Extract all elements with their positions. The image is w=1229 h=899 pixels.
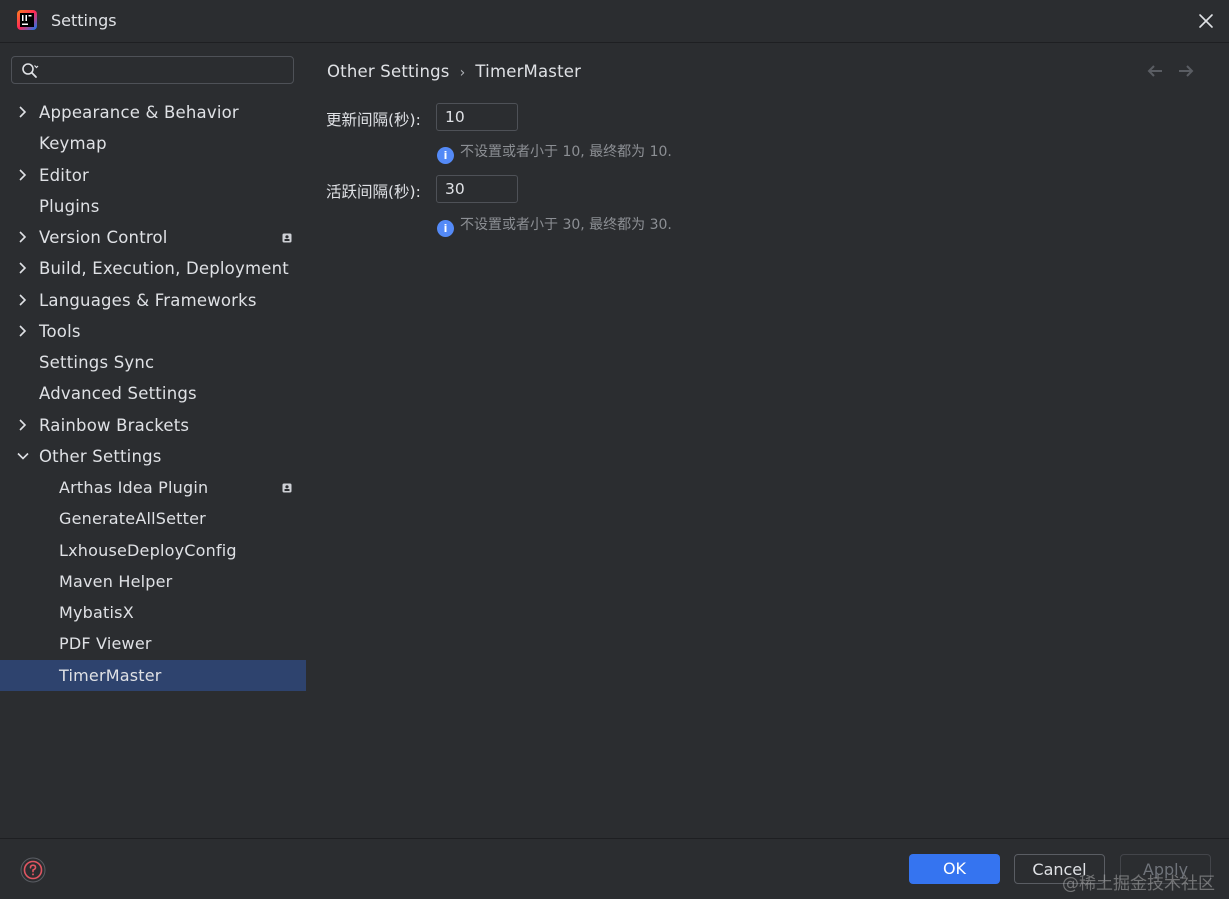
update-interval-hint-text: 不设置或者小于 10, 最终都为 10. [460,144,672,160]
sidebar-item-label: Rainbow Brackets [39,415,190,435]
chevron-down-icon[interactable] [17,441,31,472]
chevron-right-icon[interactable] [17,160,31,191]
search-input[interactable] [48,60,292,82]
active-interval-input[interactable] [436,175,518,203]
sidebar-item-build-execution-deployment[interactable]: Build, Execution, Deployment [0,253,306,284]
sidebar-item-maven-helper[interactable]: Maven Helper [0,566,306,597]
arrow-right-icon[interactable] [1177,63,1195,79]
settings-sidebar: Appearance & Behavior Keymap Editor Plug… [0,43,306,838]
chevron-right-icon[interactable] [17,316,31,347]
close-icon[interactable] [1195,10,1217,32]
sidebar-item-label: Arthas Idea Plugin [59,478,209,497]
sidebar-item-advanced-settings[interactable]: Advanced Settings [0,378,306,409]
sidebar-item-label: Version Control [39,228,168,247]
info-icon: i [437,220,454,237]
window-title: Settings [51,11,117,30]
active-interval-hint-text: 不设置或者小于 30, 最终都为 30. [460,217,672,233]
sidebar-item-pdf-viewer[interactable]: PDF Viewer [0,628,306,659]
breadcrumb-separator: › [459,65,466,81]
breadcrumb-current: TimerMaster [475,62,582,81]
project-scope-icon [282,483,292,493]
sidebar-item-tools[interactable]: Tools [0,316,306,347]
settings-search-field[interactable] [11,56,294,84]
sidebar-item-label: Settings Sync [39,353,155,372]
sidebar-item-appearance-behavior[interactable]: Appearance & Behavior [0,97,306,128]
update-interval-input[interactable] [436,103,518,131]
chevron-right-icon[interactable] [17,410,31,441]
sidebar-item-label: Other Settings [39,446,162,466]
sidebar-item-label: Advanced Settings [39,384,197,404]
info-icon: i [437,147,454,164]
watermark: @稀土掘金技术社区 [1062,874,1215,894]
search-icon [22,63,39,78]
sidebar-item-lxhousedeployconfig[interactable]: LxhouseDeployConfig [0,535,306,566]
sidebar-item-arthas-idea-plugin[interactable]: Arthas Idea Plugin [0,472,306,503]
sidebar-item-label: Tools [39,321,81,341]
dialog-footer: OK Cancel Apply @稀土掘金技术社区 [0,838,1229,899]
active-interval-label: 活跃间隔(秒): [326,183,421,201]
sidebar-item-label: Maven Helper [59,571,173,591]
sidebar-item-version-control[interactable]: Version Control [0,222,306,253]
sidebar-item-languages-frameworks[interactable]: Languages & Frameworks [0,285,306,316]
sidebar-item-label: Editor [39,165,90,185]
chevron-right-icon[interactable] [17,253,31,284]
sidebar-item-plugins[interactable]: Plugins [0,191,306,222]
sidebar-item-timermaster[interactable]: TimerMaster [0,659,306,691]
sidebar-item-settings-sync[interactable]: Settings Sync [0,347,306,378]
project-scope-icon [282,233,292,243]
update-interval-hint: i 不设置或者小于 10, 最终都为 10. [437,141,672,164]
settings-content: Other Settings › TimerMaster 更新间隔(秒): i 不设置… [306,43,1229,838]
intellij-logo-icon [17,10,37,30]
sidebar-item-label: Keymap [39,134,107,154]
help-icon[interactable] [20,857,46,883]
breadcrumb-parent[interactable]: Other Settings [327,62,450,81]
sidebar-item-keymap[interactable]: Keymap [0,128,306,159]
update-interval-label: 更新间隔(秒): [326,111,421,129]
chevron-right-icon[interactable] [17,97,31,128]
sidebar-item-other-settings[interactable]: Other Settings [0,441,306,472]
chevron-right-icon[interactable] [17,285,31,316]
sidebar-item-label: Appearance & Behavior [39,103,239,122]
sidebar-item-mybatisx[interactable]: MybatisX [0,597,306,628]
sidebar-item-label: TimerMaster [59,665,162,685]
sidebar-item-label: MybatisX [59,603,134,622]
sidebar-item-label: Languages & Frameworks [39,290,257,310]
chevron-right-icon[interactable] [17,222,31,253]
title-bar: Settings [0,0,1229,43]
sidebar-item-rainbow-brackets[interactable]: Rainbow Brackets [0,410,306,441]
active-interval-hint: i 不设置或者小于 30, 最终都为 30. [437,214,672,237]
arrow-left-icon[interactable] [1146,63,1164,79]
sidebar-item-label: LxhouseDeployConfig [59,540,237,560]
settings-tree: Appearance & Behavior Keymap Editor Plug… [0,97,306,691]
sidebar-item-label: Plugins [39,196,100,216]
sidebar-item-label: GenerateAllSetter [59,509,206,529]
settings-dialog: Settings Appearance & Behavior Keymap Ed… [0,0,1229,899]
ok-button[interactable]: OK [909,854,1000,884]
sidebar-item-label: Build, Execution, Deployment [39,259,289,279]
sidebar-item-generateallsetter[interactable]: GenerateAllSetter [0,503,306,534]
sidebar-item-label: PDF Viewer [59,634,152,654]
breadcrumb: Other Settings › TimerMaster [327,62,581,81]
sidebar-item-editor[interactable]: Editor [0,160,306,191]
